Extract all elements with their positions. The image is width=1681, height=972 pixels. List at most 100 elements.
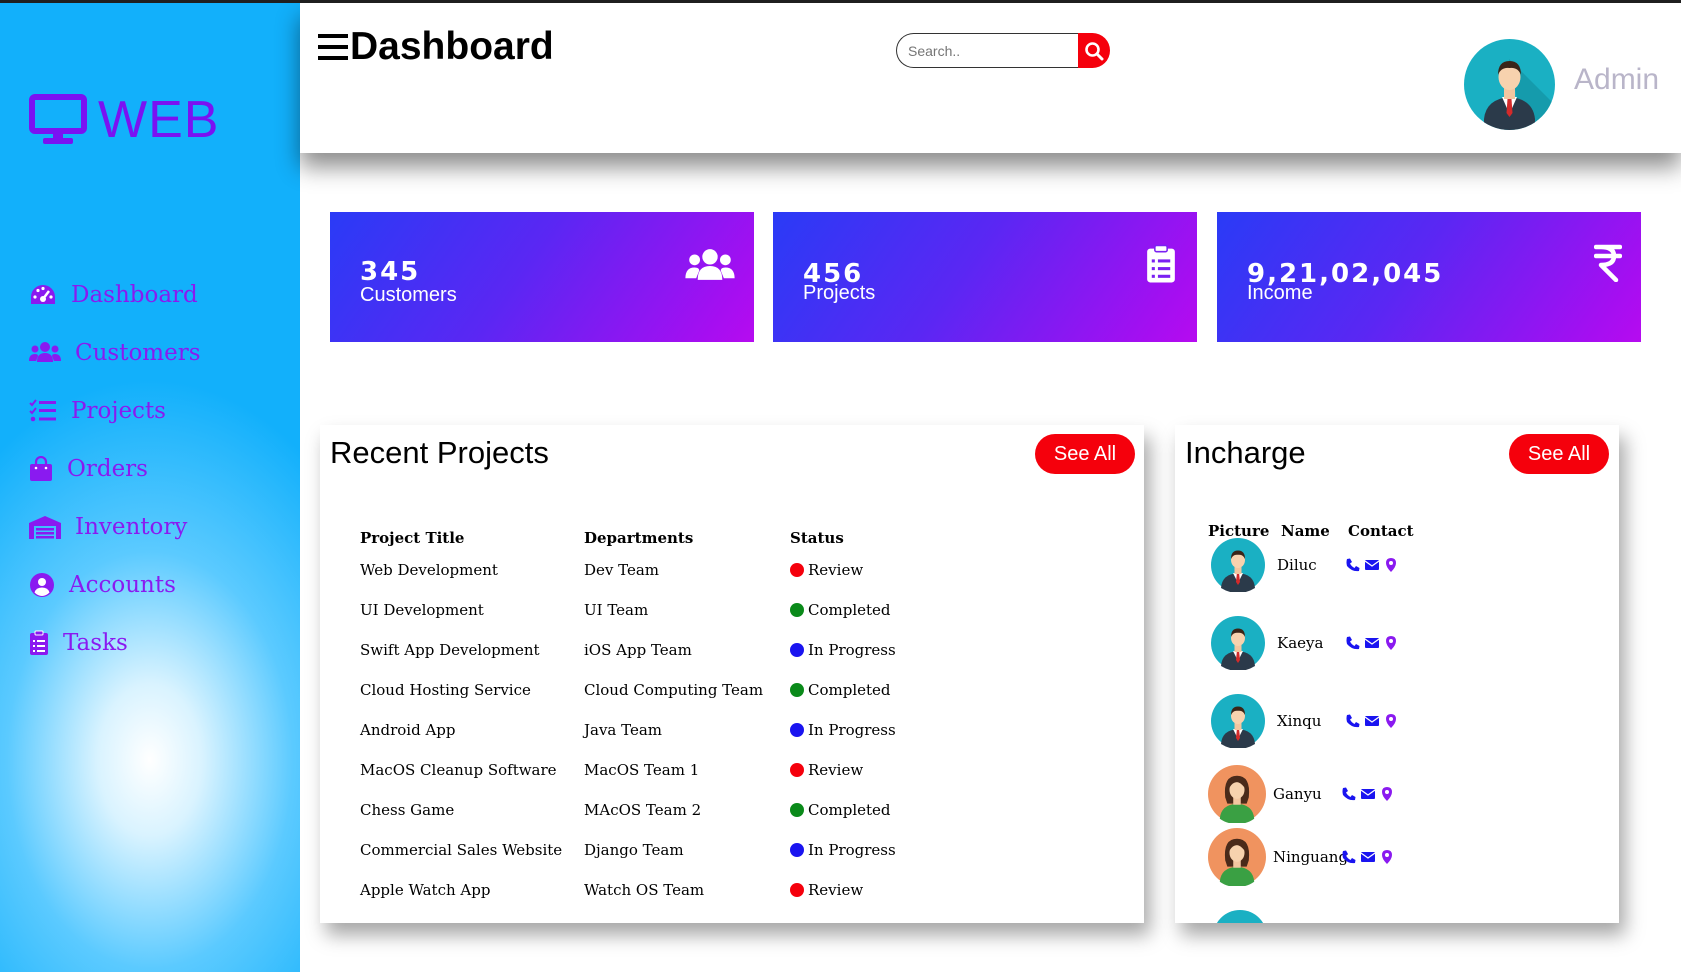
status-text: In Progress <box>808 641 896 659</box>
projects-table-body: Web Development Dev Team Review UI Develop… <box>360 550 950 910</box>
sidebar-item-tasks[interactable]: Tasks <box>29 614 201 672</box>
stat-card-customers[interactable]: 345 Customers <box>330 212 754 342</box>
sidebar-nav: Dashboard Customers Projects Orders Inve… <box>29 266 201 672</box>
map-pin-icon[interactable] <box>1379 849 1395 865</box>
hamburger-menu-icon[interactable] <box>318 34 348 60</box>
panel-title: Incharge <box>1185 435 1306 470</box>
incharge-row[interactable]: Diluc <box>1211 538 1399 592</box>
status-text: Completed <box>808 681 891 699</box>
project-title: Swift App Development <box>360 641 540 659</box>
sidebar-item-label: Dashboard <box>71 282 198 308</box>
status-dot <box>790 643 804 657</box>
table-row[interactable]: Android App Java Team In Progress <box>360 710 950 750</box>
sidebar-item-label: Customers <box>75 340 201 366</box>
sidebar-item-dashboard[interactable]: Dashboard <box>29 266 201 324</box>
phone-icon[interactable] <box>1341 786 1357 802</box>
stat-card-income[interactable]: 9,21,02,045 Income <box>1217 212 1641 342</box>
incharge-name: Ganyu <box>1273 785 1322 803</box>
list-check-icon <box>29 399 56 422</box>
table-row[interactable]: Chess Game MAcOS Team 2 Completed <box>360 790 950 830</box>
phone-icon[interactable] <box>1341 849 1357 865</box>
sidebar-item-orders[interactable]: Orders <box>29 440 201 498</box>
panel-title: Recent Projects <box>330 435 549 470</box>
incharge-row[interactable]: Ganyu <box>1208 765 1395 823</box>
stat-card-projects[interactable]: 456 Projects <box>773 212 1197 342</box>
project-title: Web Development <box>360 561 498 579</box>
project-department: Dev Team <box>584 561 660 579</box>
status-dot <box>790 763 804 777</box>
sidebar-item-customers[interactable]: Customers <box>29 324 201 382</box>
envelope-icon[interactable] <box>1360 786 1376 802</box>
search-icon <box>1085 41 1104 60</box>
table-row[interactable]: UI Development UI Team Completed <box>360 590 950 630</box>
sidebar: WEB Dashboard Customers Projects Orders … <box>0 0 300 972</box>
sidebar-item-projects[interactable]: Projects <box>29 382 201 440</box>
project-department: Cloud Computing Team <box>584 681 764 699</box>
contact-icons <box>1345 713 1399 729</box>
sidebar-item-label: Orders <box>67 456 148 482</box>
admin-avatar[interactable] <box>1464 39 1555 130</box>
project-status: In Progress <box>790 830 950 870</box>
column-header: Status <box>790 529 844 547</box>
table-row[interactable]: Cloud Hosting Service Cloud Computing Tea… <box>360 670 950 710</box>
stat-label: Projects <box>803 282 876 304</box>
envelope-icon[interactable] <box>1364 635 1380 651</box>
phone-icon[interactable] <box>1345 713 1361 729</box>
sidebar-item-inventory[interactable]: Inventory <box>29 498 201 556</box>
contact-icons <box>1345 557 1399 573</box>
avatar <box>1211 538 1265 592</box>
project-title: Cloud Hosting Service <box>360 681 531 699</box>
incharge-panel: Incharge See All Picture Name Contact Di… <box>1175 425 1619 923</box>
map-pin-icon[interactable] <box>1383 557 1399 573</box>
brand-logo[interactable]: WEB <box>29 94 219 146</box>
incharge-row[interactable]: Xinqu <box>1211 694 1399 748</box>
status-dot <box>790 883 804 897</box>
users-icon <box>29 342 61 362</box>
map-pin-icon[interactable] <box>1379 786 1395 802</box>
column-header: Departments <box>584 529 694 547</box>
table-row[interactable]: Commercial Sales Website Django Team In Pr… <box>360 830 950 870</box>
top-border <box>0 0 1681 3</box>
envelope-icon[interactable] <box>1364 557 1380 573</box>
envelope-icon[interactable] <box>1360 849 1376 865</box>
project-status: In Progress <box>790 630 950 670</box>
status-dot <box>790 683 804 697</box>
table-row[interactable]: Swift App Development iOS App Team In Prog… <box>360 630 950 670</box>
avatar <box>1211 694 1265 748</box>
desktop-icon <box>29 94 87 144</box>
clipboard-icon <box>30 630 48 655</box>
project-title: Chess Game <box>360 801 455 819</box>
envelope-icon[interactable] <box>1364 713 1380 729</box>
project-status: Review <box>790 550 950 590</box>
status-dot <box>790 843 804 857</box>
project-status: Completed <box>790 790 950 830</box>
project-department: iOS App Team <box>584 641 692 659</box>
see-all-projects-button[interactable]: See All <box>1035 434 1135 474</box>
table-row[interactable]: Apple Watch App Watch OS Team Review <box>360 870 950 910</box>
project-status: Completed <box>790 590 950 630</box>
status-text: Review <box>808 761 864 779</box>
sidebar-item-label: Projects <box>71 398 166 424</box>
project-department: UI Team <box>584 601 649 619</box>
incharge-name: Ninguang <box>1273 848 1349 866</box>
search-input[interactable] <box>896 33 1078 68</box>
project-status: Review <box>790 750 950 790</box>
incharge-name: Diluc <box>1277 556 1317 574</box>
map-pin-icon[interactable] <box>1383 713 1399 729</box>
table-row[interactable]: MacOS Cleanup Software MacOS Team 1 Review <box>360 750 950 790</box>
incharge-name: Kaeya <box>1277 634 1324 652</box>
page-title-text: Dashboard <box>350 25 554 68</box>
status-text: In Progress <box>808 841 896 859</box>
table-row[interactable]: Web Development Dev Team Review <box>360 550 950 590</box>
stat-label: Customers <box>360 284 457 306</box>
sidebar-item-accounts[interactable]: Accounts <box>29 556 201 614</box>
contact-icons <box>1341 849 1395 865</box>
see-all-incharge-button[interactable]: See All <box>1509 434 1609 474</box>
search-button[interactable] <box>1078 33 1110 68</box>
phone-icon[interactable] <box>1345 635 1361 651</box>
status-text: In Progress <box>808 721 896 739</box>
incharge-row[interactable]: Ninguang <box>1208 828 1395 886</box>
phone-icon[interactable] <box>1345 557 1361 573</box>
incharge-row[interactable]: Kaeya <box>1211 616 1399 670</box>
map-pin-icon[interactable] <box>1383 635 1399 651</box>
